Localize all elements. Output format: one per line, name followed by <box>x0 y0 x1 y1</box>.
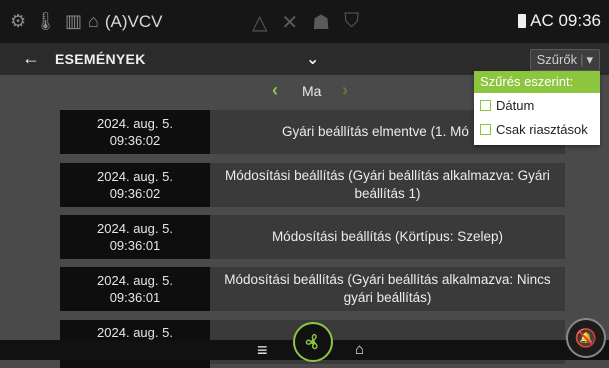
status-bar: ⚙ 🌡 ▥ ⌂ (A)VCV △ ✕ ☗ ⛉ AC 09:36 <box>0 0 609 43</box>
chevron-down-icon[interactable]: ⌄ <box>306 49 319 69</box>
event-description: Módosítási beállítás (Körtípus: Szelep) <box>271 229 504 244</box>
back-arrow-icon[interactable]: ← <box>22 48 40 69</box>
page-title: ESEMÉNYEK <box>55 51 146 67</box>
filter-button[interactable]: Szűrők | ▾ <box>529 49 600 71</box>
checkbox-icon[interactable] <box>480 123 491 135</box>
filter-option-label: Dátum <box>496 97 535 113</box>
filter-button-separator: | <box>580 52 584 67</box>
status-icons: △ ✕ ☗ ⛉ <box>252 10 359 35</box>
event-timestamp: 2024. aug. 5. 09:36:02 <box>60 110 210 154</box>
unit-name: (A)VCV <box>104 11 163 31</box>
home-icon[interactable]: ⌂ <box>355 341 364 358</box>
chevron-down-icon: ▾ <box>586 52 593 67</box>
filter-icon: ⛉ <box>344 10 360 32</box>
heater-icon: ▥ <box>65 11 83 31</box>
house-icon: ⌂ <box>88 11 99 31</box>
event-date: 2024. aug. 5. <box>97 169 173 184</box>
battery-icon <box>518 14 527 28</box>
filter-option-date[interactable]: Dátum <box>474 93 600 117</box>
event-date: 2024. aug. 5. <box>97 325 173 340</box>
event-date: 2024. aug. 5. <box>97 221 173 236</box>
power-indicator: AC 09:36 <box>518 11 601 31</box>
filter-option-alarms-only[interactable]: Csak riasztások <box>474 117 600 141</box>
filter-dropdown-heading: Szűrés eszerint: <box>474 71 600 93</box>
event-time: 09:36:01 <box>109 290 161 305</box>
event-description: Módosítási beállítás (Gyári beállítás al… <box>224 272 551 305</box>
filter-button-label: Szűrők <box>536 52 578 67</box>
tools-icon: ✕ <box>281 12 299 34</box>
person-icon: ☗ <box>312 12 331 34</box>
event-row[interactable]: 2024. aug. 5. 09:36:01 Módosítási beállí… <box>60 215 565 259</box>
thermometer-icon: 🌡 <box>34 11 57 31</box>
event-timestamp: 2024. aug. 5. 09:36:02 <box>60 163 210 207</box>
event-description: Módosítási beállítás (Gyári beállítás al… <box>225 168 550 201</box>
event-date: 2024. aug. 5. <box>97 273 173 288</box>
event-date: 2024. aug. 5. <box>97 116 173 131</box>
fan-glyph <box>305 333 318 350</box>
event-row[interactable]: 2024. aug. 5. 09:36:01 Módosítási beállí… <box>60 267 565 311</box>
checkbox-icon[interactable] <box>480 99 491 111</box>
filter-dropdown: Szűrés eszerint: Dátum Csak riasztások <box>474 71 600 145</box>
event-row[interactable]: 2024. aug. 5. 09:36:02 Módosítási beállí… <box>60 163 565 207</box>
event-timestamp: 2024. aug. 5. 09:36:01 <box>60 215 210 259</box>
date-label: Ma <box>302 83 322 99</box>
filter-option-label: Csak riasztások <box>496 121 588 137</box>
event-time: 09:36:01 <box>109 238 161 253</box>
fan-icon[interactable] <box>293 322 333 362</box>
chevron-right-icon[interactable]: › <box>342 80 348 101</box>
alarm-bell-icon[interactable]: 🔕 <box>566 318 606 358</box>
event-timestamp: 2024. aug. 5. 09:36:01 <box>60 267 210 311</box>
event-time: 09:36:02 <box>109 133 161 148</box>
warning-icon: △ <box>252 12 268 34</box>
fan-settings-icon: ⚙ <box>10 11 27 31</box>
menu-icon[interactable]: ≡ <box>257 340 268 361</box>
event-time: 09:36:02 <box>109 186 161 201</box>
power-label: AC 09:36 <box>530 11 601 30</box>
chevron-left-icon[interactable]: ‹ <box>272 80 278 101</box>
